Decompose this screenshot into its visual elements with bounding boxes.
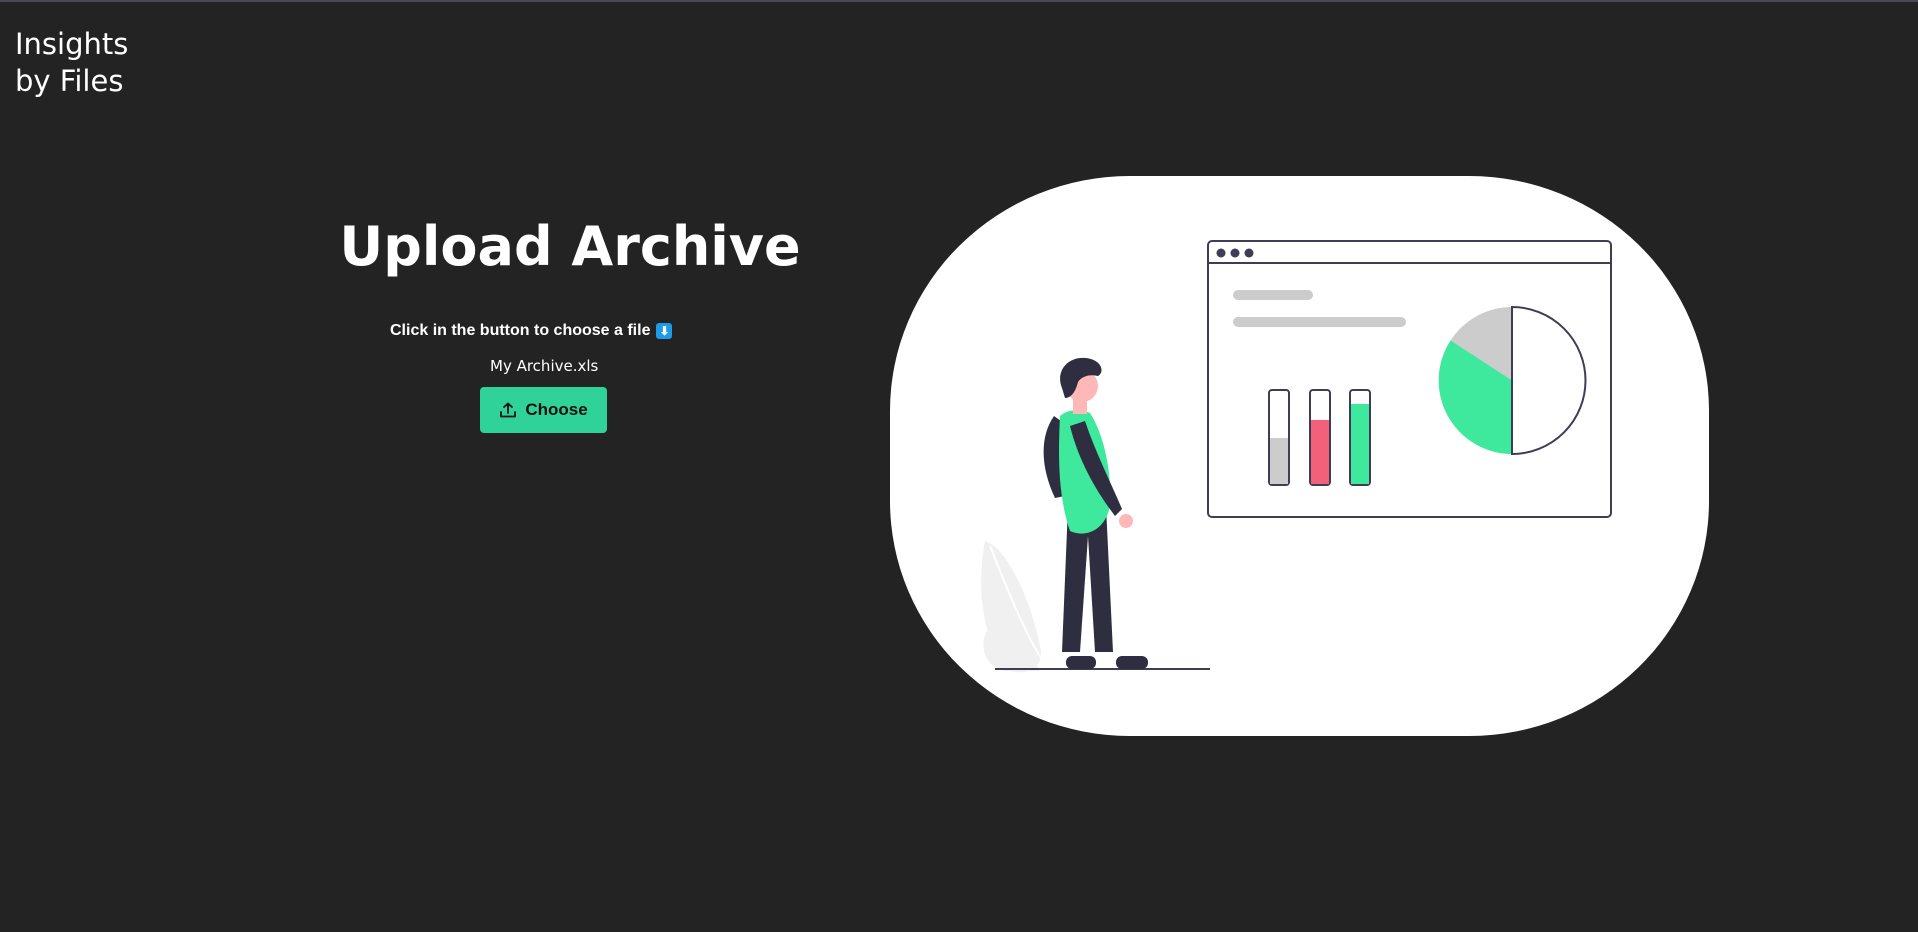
window-top-border (0, 0, 1918, 2)
instruction-text: Click in the button to choose a file (390, 322, 651, 339)
down-arrow-icon: ⬇ (656, 323, 673, 339)
upload-instruction: Click in the button to choose a file ⬇ (390, 322, 673, 340)
page-title: Upload Archive (339, 215, 801, 278)
choose-button-label: Choose (525, 400, 588, 419)
brand-line-1: Insights (15, 27, 129, 61)
choose-file-button[interactable]: Choose (480, 387, 607, 433)
illustration-svg (890, 176, 1709, 736)
brand-line-2: by Files (15, 64, 124, 98)
upload-section: Upload Archive (330, 212, 810, 282)
brand-logo-text: Insights by Files (15, 26, 128, 100)
selected-file-name: My Archive.xls (490, 357, 599, 375)
upload-icon (499, 401, 517, 419)
browser-window-graphic (1207, 240, 1612, 518)
dashboard-illustration (890, 176, 1709, 736)
